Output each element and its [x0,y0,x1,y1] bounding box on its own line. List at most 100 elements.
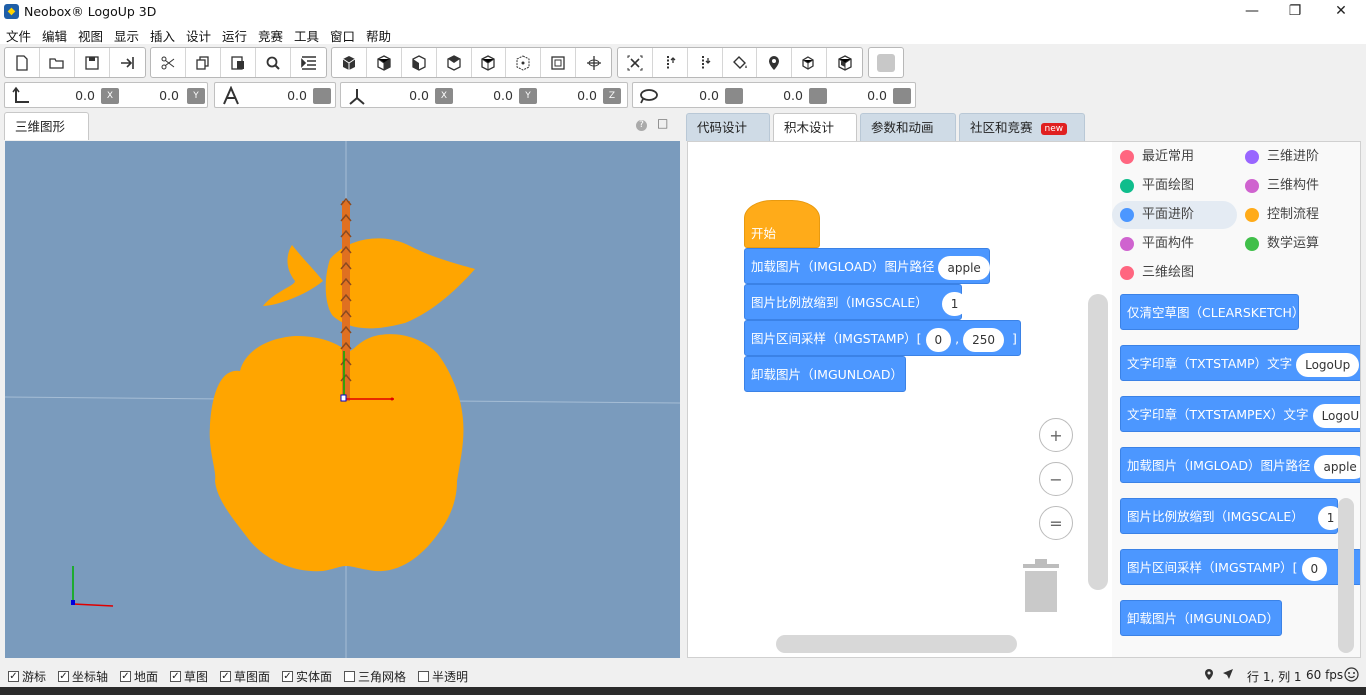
start-hat-block[interactable]: 开始 [744,200,820,248]
view-front-button[interactable] [332,48,367,77]
angle-value[interactable]: 0.0 [247,88,307,103]
pen-down-button[interactable] [688,48,723,77]
view-top-button[interactable] [472,48,507,77]
orient-3-value[interactable]: 0.0 [827,88,887,103]
find-button[interactable] [256,48,291,77]
fit-view-button[interactable] [541,48,577,77]
new-file-button[interactable] [5,48,40,77]
minimize-button[interactable]: — [1229,0,1275,23]
menu-contest[interactable]: 竞赛 [258,26,283,45]
orient-2-value[interactable]: 0.0 [743,88,803,103]
open-file-button[interactable] [40,48,75,77]
maximize-panel-icon[interactable]: □ [657,116,668,130]
location-button[interactable] [757,48,793,77]
pan-view-button[interactable] [576,48,611,77]
menu-help[interactable]: 帮助 [366,26,391,45]
imgunload-block[interactable]: 卸载图片（IMGUNLOAD） [744,356,906,392]
toggle-ground[interactable]: ✓ 地面 [120,668,158,685]
workspace-vertical-scrollbar[interactable] [1088,294,1108,590]
palette-imgload-input[interactable]: apple [1314,454,1360,479]
palette-scrollbar[interactable] [1338,498,1354,653]
category-3d-advanced[interactable]: 三维进阶 [1237,143,1360,171]
orient-1-value[interactable]: 0.0 [659,88,719,103]
import-button[interactable] [110,48,145,77]
block-workspace[interactable]: 开始 加载图片（IMGLOAD）图片路径 apple 图片比例放缩到（IMGSCA… [687,141,1361,658]
menu-tools[interactable]: 工具 [294,26,319,45]
maximize-button[interactable]: ❐ [1272,0,1318,23]
view-iso-button[interactable] [506,48,542,77]
imgscale-input[interactable]: 1 [941,291,968,316]
menu-design[interactable]: 设计 [186,26,211,45]
imgstamp-start-input[interactable]: 0 [925,327,952,352]
tab-params-animation[interactable]: 参数和动画 [860,113,956,141]
palette-txtstampex-input[interactable]: LogoUp [1312,403,1360,428]
palette-imgstamp-input[interactable]: 0 [1301,556,1328,581]
rotation-x-value[interactable]: 0.0 [369,88,429,103]
position-y-value[interactable]: 0.0 [119,88,179,103]
menu-window[interactable]: 窗口 [330,26,355,45]
help-icon[interactable]: ? [636,120,647,131]
toggle-triangle-mesh[interactable]: 三角网格 [344,668,406,685]
palette-imgunload-block[interactable]: 卸载图片（IMGUNLOAD） [1120,600,1282,636]
menu-display[interactable]: 显示 [114,26,139,45]
paste-button[interactable] [221,48,256,77]
trash-icon[interactable] [1018,556,1064,616]
imgload-block[interactable]: 加载图片（IMGLOAD）图片路径 apple [744,248,990,284]
3d-viewport[interactable] [5,141,680,658]
category-3d-drawing[interactable]: 三维绘图 [1112,259,1237,287]
toggle-solid-face[interactable]: ✓ 实体面 [282,668,332,685]
save-button[interactable] [75,48,110,77]
menu-edit[interactable]: 编辑 [42,26,67,45]
palette-txtstamp-input[interactable]: LogoUp [1296,352,1360,377]
menu-insert[interactable]: 插入 [150,26,175,45]
imgstamp-end-input[interactable]: 250 [963,327,1005,352]
category-2d-drawing[interactable]: 平面绘图 [1112,172,1237,200]
copy-button[interactable] [186,48,221,77]
category-2d-advanced[interactable]: 平面进阶 [1112,201,1237,229]
palette-imgstamp-block[interactable]: 图片区间采样（IMGSTAMP）[0 [1120,549,1360,585]
palette-imgscale-block[interactable]: 图片比例放缩到（IMGSCALE） 1 [1120,498,1344,534]
view-left-button[interactable] [402,48,437,77]
tab-3d-graphics[interactable]: 三维图形 [4,112,89,140]
fill-button[interactable] [723,48,758,77]
tab-community-contest[interactable]: 社区和竞赛 new [959,113,1085,141]
zoom-out-button[interactable]: − [1039,462,1073,496]
rotation-y-value[interactable]: 0.0 [453,88,513,103]
palette-txtstampex-block[interactable]: 文字印章（TXTSTAMPEX）文字LogoUp [1120,396,1360,432]
category-recent[interactable]: 最近常用 [1112,143,1237,171]
menu-view[interactable]: 视图 [78,26,103,45]
palette-imgload-block[interactable]: 加载图片（IMGLOAD）图片路径 apple [1120,447,1360,483]
view-right-button[interactable] [437,48,472,77]
imgstamp-block[interactable]: 图片区间采样（IMGSTAMP）[0 , 250 ] [744,320,1021,356]
position-x-value[interactable]: 0.0 [35,88,95,103]
zoom-reset-button[interactable]: = [1039,506,1073,540]
stop-button[interactable] [877,53,895,72]
zoom-in-button[interactable]: + [1039,418,1073,452]
toggle-sketch-face[interactable]: ✓ 草图面 [220,668,270,685]
category-2d-components[interactable]: 平面构件 [1112,230,1237,258]
palette-txtstamp-block[interactable]: 文字印章（TXTSTAMP）文字 LogoUp [1120,345,1360,381]
close-button[interactable]: ✕ [1318,0,1364,23]
category-3d-components[interactable]: 三维构件 [1237,172,1360,200]
indent-button[interactable] [291,48,326,77]
smiley-feedback-icon[interactable] [1344,667,1359,682]
category-control-flow[interactable]: 控制流程 [1237,201,1360,229]
palette-clearsketch-block[interactable]: 仅清空草图（CLEARSKETCH） [1120,294,1304,330]
toggle-translucent[interactable]: 半透明 [418,668,468,685]
solid-button[interactable] [827,48,862,77]
imgscale-block[interactable]: 图片比例放缩到（IMGSCALE） 1 [744,284,968,320]
workspace-horizontal-scrollbar[interactable] [776,635,1017,653]
menu-file[interactable]: 文件 [6,26,31,45]
pen-up-button[interactable] [653,48,688,77]
tab-block-design[interactable]: 积木设计 [773,113,857,141]
toggle-axes[interactable]: ✓ 坐标轴 [58,668,108,685]
cut-button[interactable] [151,48,186,77]
object-button[interactable] [792,48,828,77]
imgload-path-input[interactable]: apple [938,255,990,280]
rotation-z-value[interactable]: 0.0 [537,88,597,103]
tab-code-design[interactable]: 代码设计 [686,113,770,141]
category-math[interactable]: 数学运算 [1237,230,1360,258]
clear-button[interactable] [618,48,653,77]
navigation-arrow-icon[interactable] [1222,668,1234,680]
toggle-cursor[interactable]: ✓ 游标 [8,668,46,685]
